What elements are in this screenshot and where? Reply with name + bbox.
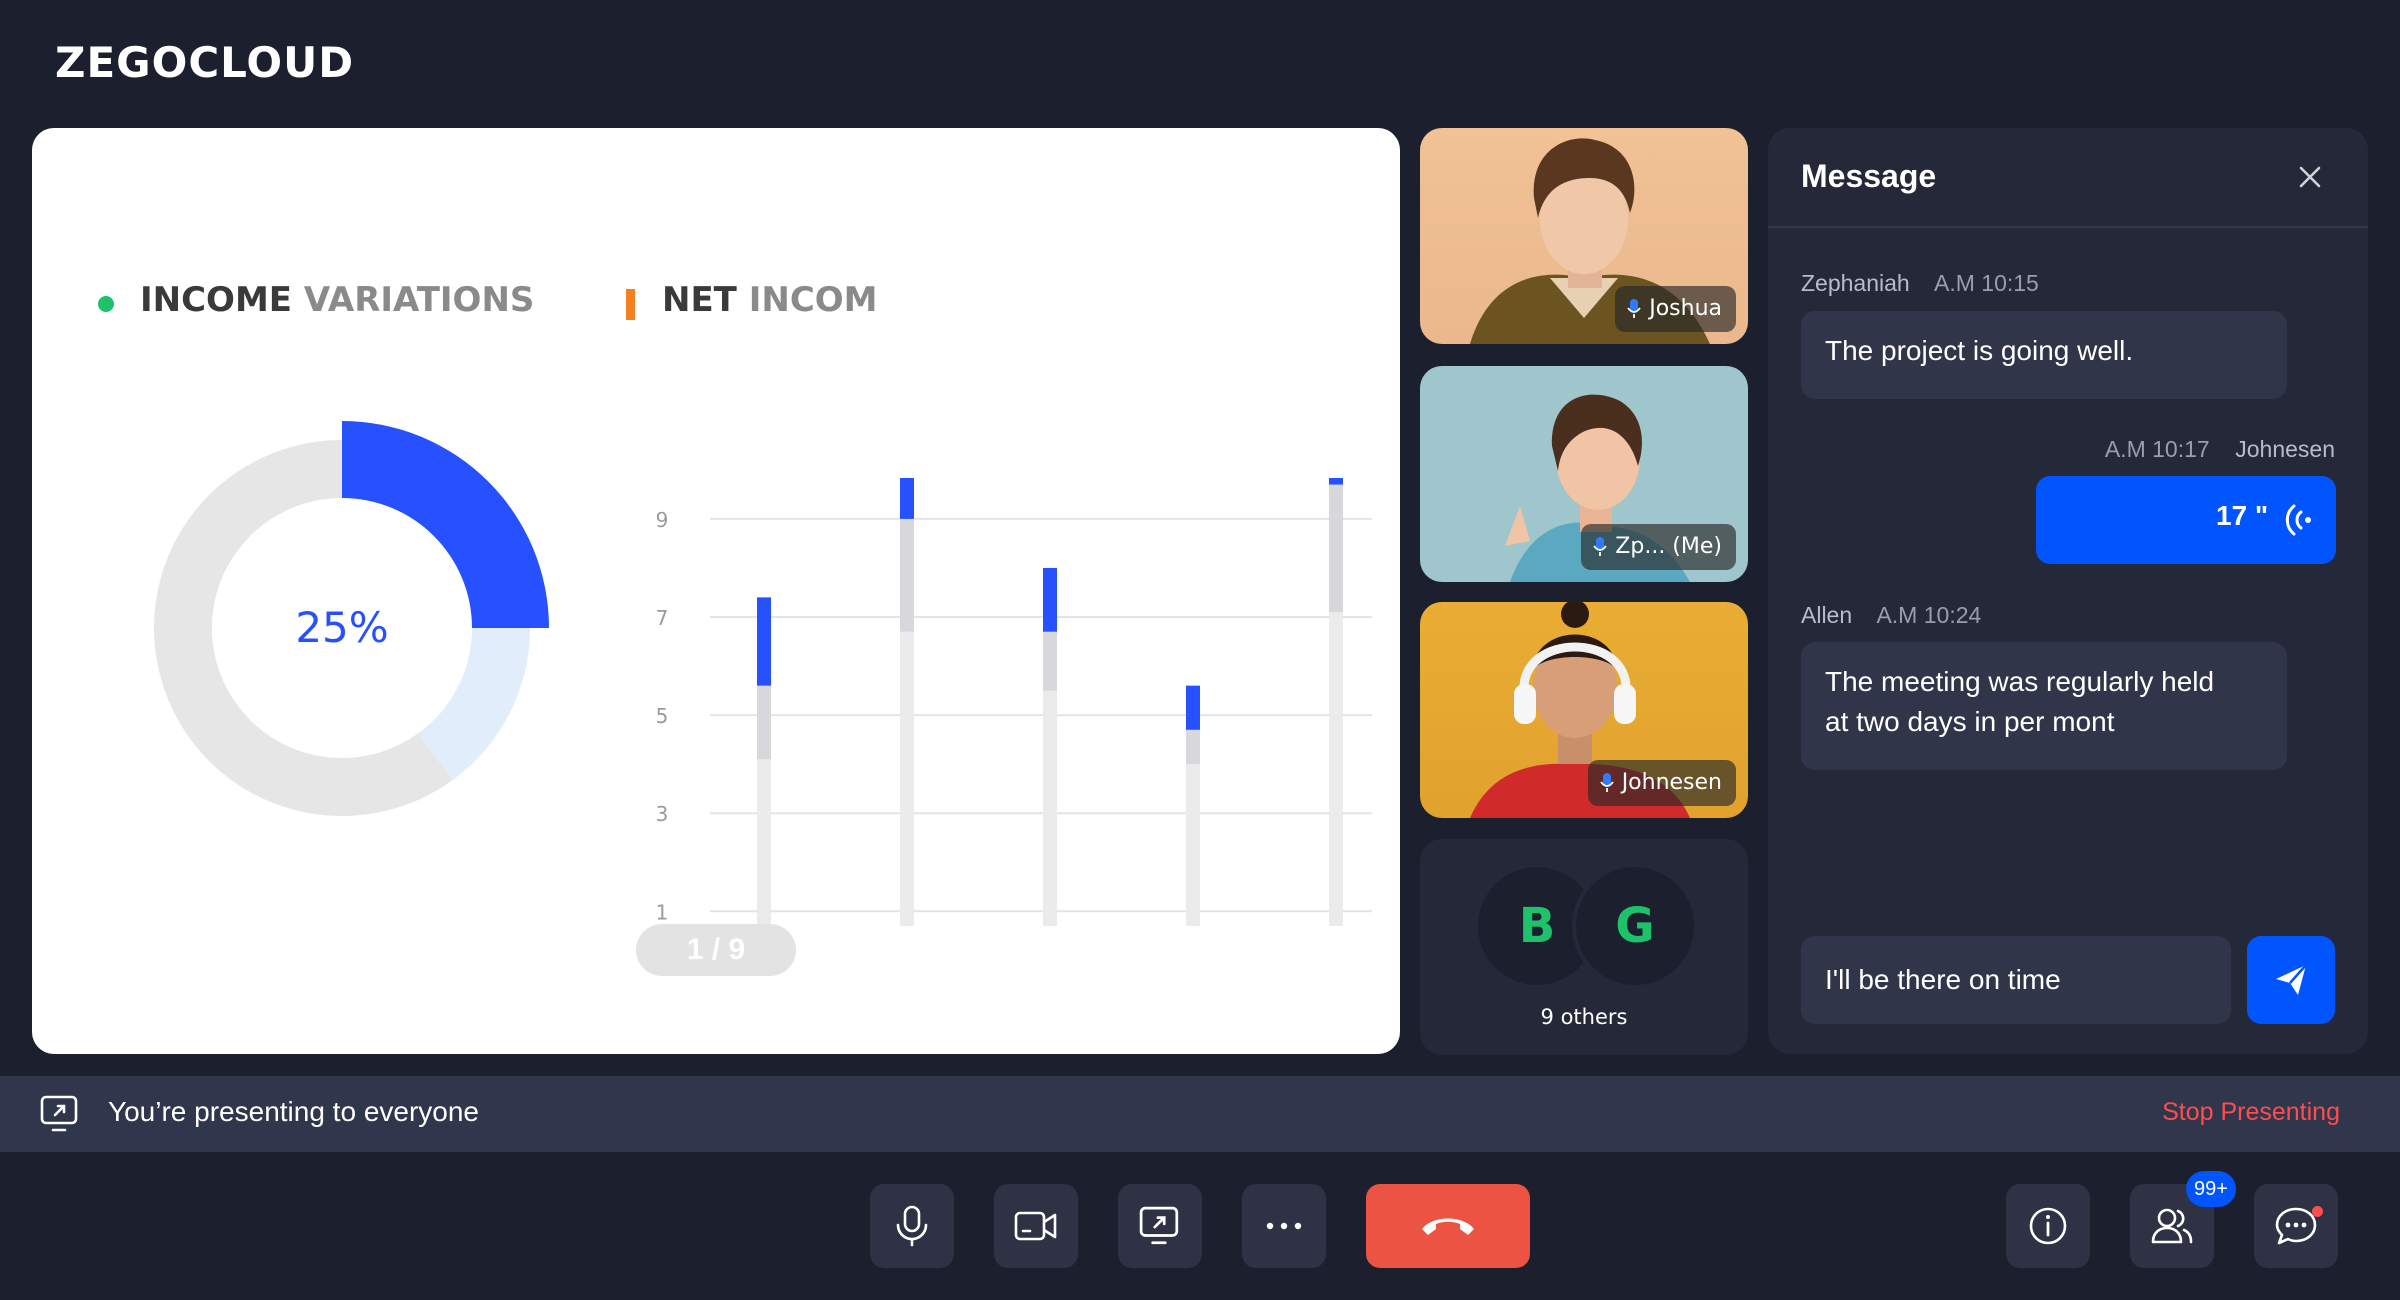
video-tile-me[interactable]: Zp... (Me) [1420, 366, 1748, 582]
stop-presenting-link[interactable]: Stop Presenting [2162, 1098, 2340, 1127]
mic-icon [1599, 773, 1614, 792]
message-line: at two days in per mont [1825, 706, 2115, 737]
bar-segment [900, 631, 914, 926]
bar-segment [757, 759, 771, 926]
presenting-bar: You’re presenting to everyone Stop Prese… [0, 1076, 2400, 1152]
donut-slice-highlight [342, 421, 549, 628]
message-time: A.M 10:15 [1934, 270, 2039, 296]
donut-chart: 25% [154, 421, 549, 816]
page-indicator[interactable]: 1 / 9 [636, 924, 796, 976]
voice-duration: 17 " [2216, 500, 2269, 531]
message-panel: Message Zephaniah A.M 10:15 The project … [1768, 128, 2368, 1054]
others-count: 9 others [1540, 1005, 1628, 1029]
message-meta: Allen A.M 10:24 [1801, 602, 1981, 629]
close-icon[interactable] [2298, 165, 2322, 189]
avatar: G [1572, 863, 1698, 989]
message-time: A.M 10:24 [1876, 602, 1982, 628]
voice-wave-icon [2285, 504, 2311, 536]
message-input[interactable] [1801, 936, 2231, 1024]
message-bubble: The meeting was regularly held at two da… [1801, 642, 2287, 770]
shared-screen: INCOME VARIATIONS NET INCOM 25% 1 3 5 7 9 1 … [32, 128, 1400, 1054]
chat-button[interactable] [2254, 1184, 2338, 1268]
bar-segment [757, 597, 771, 686]
microphone-icon [896, 1205, 928, 1247]
bar-segment [1329, 484, 1343, 613]
donut-slice [417, 627, 530, 781]
bar-segment [900, 478, 914, 519]
app-logo: ZEGOCLOUD [55, 38, 355, 87]
share-screen-button[interactable] [1118, 1184, 1202, 1268]
screen-share-icon [1139, 1206, 1179, 1245]
hang-up-icon [1422, 1218, 1474, 1235]
participant-name: Zp... (Me) [1615, 534, 1722, 559]
donut-title-bold: INCOME [140, 280, 293, 320]
microphone-button[interactable] [870, 1184, 954, 1268]
participant-name: Johnesen [1621, 770, 1722, 795]
users-icon [2151, 1208, 2193, 1244]
y-tick-label: 3 [656, 802, 669, 826]
message-meta: Zephaniah A.M 10:15 [1801, 270, 2039, 297]
donut-title-light: VARIATIONS [303, 280, 535, 320]
message-bubble: The project is going well. [1801, 311, 2287, 399]
bar-segment [1043, 631, 1057, 691]
presenting-status: You’re presenting to everyone [108, 1096, 479, 1127]
info-button[interactable] [2006, 1184, 2090, 1268]
video-tile-joshua[interactable]: Joshua [1420, 128, 1748, 344]
participant-label: Johnesen [1587, 760, 1736, 806]
bar-segment [757, 685, 771, 760]
y-tick-label: 1 [656, 900, 669, 924]
video-tile-johnesen[interactable]: Johnesen [1420, 602, 1748, 818]
participant-name: Joshua [1649, 296, 1722, 321]
sender-name: Zephaniah [1801, 270, 1910, 296]
send-button[interactable] [2247, 936, 2335, 1024]
sender-name: Johnesen [2235, 436, 2335, 462]
bar-segment [1329, 612, 1343, 926]
message-meta: A.M 10:17 Johnesen [2105, 436, 2335, 463]
y-tick-label: 7 [656, 606, 669, 630]
voice-message-bubble[interactable]: 17 " [2036, 476, 2336, 564]
bar-title-bold: NET [662, 280, 737, 320]
message-title: Message [1801, 158, 1937, 194]
bar-segment [1186, 729, 1200, 765]
camera-button[interactable] [994, 1184, 1078, 1268]
screen-share-icon [40, 1095, 78, 1132]
legend-bar [626, 289, 635, 320]
donut-center-label: 25% [295, 603, 388, 652]
bar-segment [1329, 478, 1343, 485]
y-tick-label: 5 [656, 704, 669, 728]
unread-dot [2312, 1206, 2323, 1217]
sender-name: Allen [1801, 602, 1853, 628]
bar-segment [1186, 764, 1200, 926]
donut-chart-title: INCOME VARIATIONS [140, 280, 534, 320]
camera-icon [1014, 1211, 1057, 1241]
more-button[interactable] [1242, 1184, 1326, 1268]
y-tick-label: 9 [656, 508, 669, 532]
bar-segment [900, 518, 914, 632]
bar-segment [1043, 567, 1057, 632]
info-icon [2029, 1207, 2067, 1245]
bar-segment [1186, 685, 1200, 730]
message-time: A.M 10:17 [2104, 436, 2210, 462]
leave-call-button[interactable] [1366, 1184, 1530, 1268]
bar-chart-title: NET INCOM [662, 280, 878, 320]
message-header: Message [1768, 128, 2368, 228]
message-line: The meeting was regularly held [1825, 666, 2215, 697]
bar-chart: 1 3 5 7 9 [656, 478, 1372, 926]
participants-count-badge: 99+ [2186, 1171, 2236, 1207]
mic-icon [1627, 299, 1641, 318]
participant-label: Joshua [1615, 286, 1736, 332]
participant-label: Zp... (Me) [1581, 524, 1736, 570]
legend-dot [98, 296, 114, 312]
mic-icon [1593, 537, 1608, 556]
send-icon [2276, 964, 2307, 995]
bar-segment [1043, 690, 1057, 926]
others-tile[interactable]: B G 9 others [1420, 839, 1748, 1055]
more-icon [1266, 1222, 1302, 1230]
bar-title-light: INCOM [748, 280, 878, 320]
